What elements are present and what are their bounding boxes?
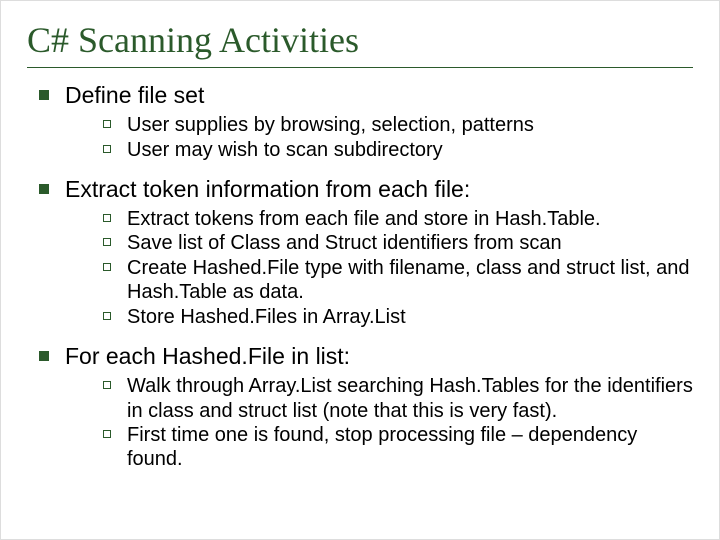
list-item: Save list of Class and Struct identifier… bbox=[101, 231, 693, 255]
title-underline bbox=[27, 67, 693, 68]
sub-list: User supplies by browsing, selection, pa… bbox=[65, 113, 693, 162]
list-item: Store Hashed.Files in Array.List bbox=[101, 305, 693, 329]
list-item: Walk through Array.List searching Hash.T… bbox=[101, 374, 693, 423]
slide-title: C# Scanning Activities bbox=[27, 19, 693, 61]
section-heading-text: Extract token information from each file… bbox=[65, 176, 470, 202]
list-item: User may wish to scan subdirectory bbox=[101, 138, 693, 162]
list-item: Create Hashed.File type with filename, c… bbox=[101, 256, 693, 305]
list-item: Extract tokens from each file and store … bbox=[101, 207, 693, 231]
content-list: Define file set User supplies by browsin… bbox=[27, 82, 693, 472]
section-heading-text: Define file set bbox=[65, 82, 204, 108]
sub-list: Walk through Array.List searching Hash.T… bbox=[65, 374, 693, 472]
list-item: First time one is found, stop processing… bbox=[101, 423, 693, 472]
section-heading: For each Hashed.File in list: Walk throu… bbox=[37, 343, 693, 472]
section-heading-text: For each Hashed.File in list: bbox=[65, 343, 350, 369]
section-heading: Define file set User supplies by browsin… bbox=[37, 82, 693, 162]
sub-list: Extract tokens from each file and store … bbox=[65, 207, 693, 329]
list-item: User supplies by browsing, selection, pa… bbox=[101, 113, 693, 137]
slide: C# Scanning Activities Define file set U… bbox=[0, 0, 720, 540]
section-heading: Extract token information from each file… bbox=[37, 176, 693, 329]
